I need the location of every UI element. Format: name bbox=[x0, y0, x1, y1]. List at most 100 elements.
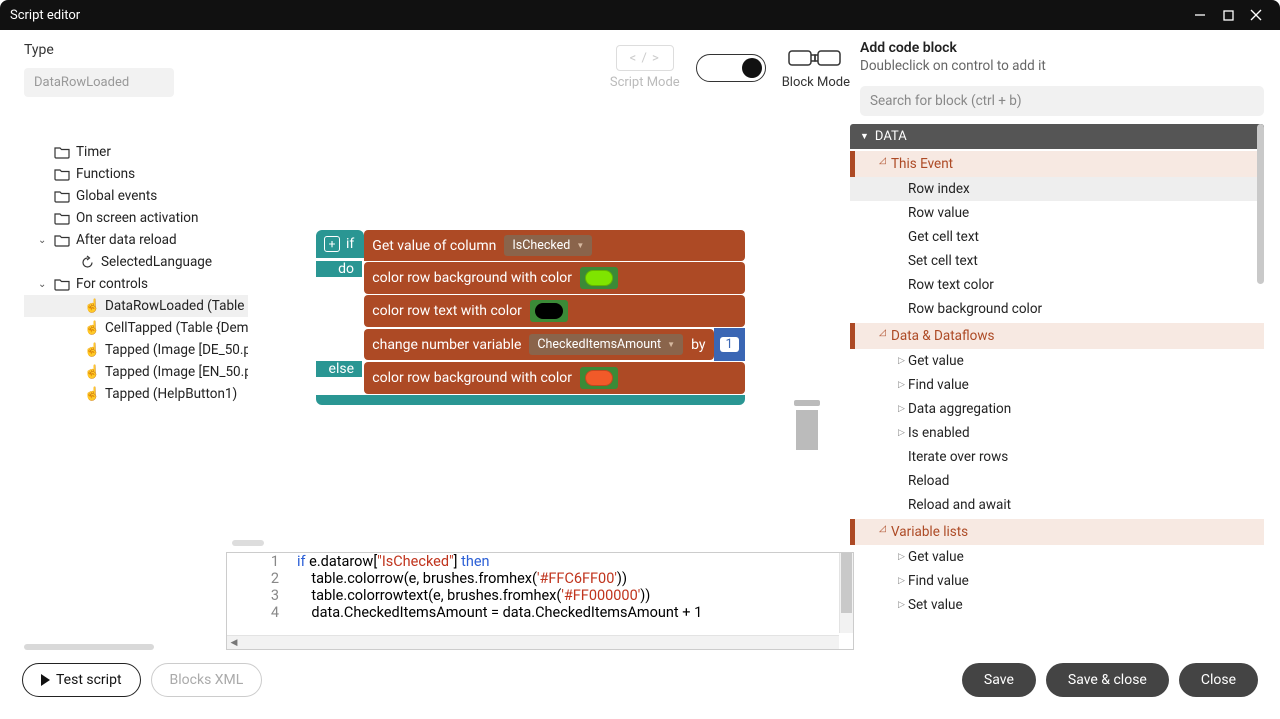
color-swatch-orange[interactable] bbox=[585, 370, 613, 386]
tree-timer[interactable]: Timer bbox=[24, 141, 226, 163]
chevron-right-icon: ▷ bbox=[898, 404, 905, 414]
block-mode-label: Block Mode bbox=[782, 75, 850, 90]
block-icon bbox=[788, 45, 844, 71]
block-row-value[interactable]: Row value bbox=[850, 201, 1264, 225]
tree-item-celltapped[interactable]: ☝CellTapped (Table {Dem bbox=[24, 317, 248, 339]
script-mode-label: Script Mode bbox=[610, 75, 680, 90]
change-variable-block[interactable]: change number variable CheckedItemsAmoun… bbox=[364, 329, 713, 360]
pointer-icon: ☝ bbox=[84, 387, 99, 402]
do-label: do bbox=[316, 261, 362, 277]
code-icon: < / > bbox=[616, 45, 674, 71]
color-swatch-green[interactable] bbox=[585, 270, 613, 286]
variable-dropdown[interactable]: CheckedItemsAmount▼ bbox=[529, 334, 683, 355]
get-value-block[interactable]: Get value of column IsChecked▼ bbox=[364, 230, 745, 261]
blocks-canvas[interactable]: + if Get value of column IsChecked▼ do bbox=[316, 230, 745, 405]
subcat-this-event[interactable]: ◿This Event bbox=[850, 151, 1264, 177]
tree-functions[interactable]: Functions bbox=[24, 163, 226, 185]
block-set-cell-text[interactable]: Set cell text bbox=[850, 249, 1264, 273]
column-dropdown[interactable]: IsChecked▼ bbox=[504, 235, 592, 256]
maximize-icon[interactable] bbox=[1214, 1, 1242, 29]
folder-icon bbox=[54, 189, 70, 203]
block-vl-set-value[interactable]: ▷Set value bbox=[850, 593, 1264, 614]
save-button[interactable]: Save bbox=[962, 663, 1036, 697]
block-row-bg-color[interactable]: Row background color bbox=[850, 297, 1264, 321]
block-get-value[interactable]: ▷Get value bbox=[850, 349, 1264, 373]
else-label: else bbox=[316, 361, 362, 377]
chevron-right-icon: ▷ bbox=[898, 356, 905, 366]
trash-icon[interactable] bbox=[790, 400, 824, 456]
panel-vscroll[interactable] bbox=[1257, 124, 1264, 284]
search-input[interactable]: Search for block (ctrl + b) bbox=[860, 86, 1264, 116]
chevron-down-icon: ▼ bbox=[576, 241, 584, 250]
block-vl-get-value[interactable]: ▷Get value bbox=[850, 545, 1264, 569]
code-editor[interactable]: 1if e.datarow["IsChecked"] then 2 table.… bbox=[226, 552, 854, 650]
tree-item-tapped-help[interactable]: ☝Tapped (HelpButton1) bbox=[24, 383, 248, 405]
block-get-cell-text[interactable]: Get cell text bbox=[850, 225, 1264, 249]
minimize-icon[interactable] bbox=[1186, 1, 1214, 29]
tree-on-screen[interactable]: On screen activation bbox=[24, 207, 226, 229]
block-is-enabled[interactable]: ▷Is enabled bbox=[850, 421, 1264, 445]
chevron-right-icon: ▷ bbox=[898, 380, 905, 390]
block-iterate-rows[interactable]: Iterate over rows bbox=[850, 445, 1264, 469]
tree-item-datarowloaded[interactable]: ☝DataRowLoaded (Table bbox=[24, 295, 248, 317]
tree-for-controls[interactable]: ⌄For controls bbox=[24, 273, 226, 295]
color-row-bg-else-block[interactable]: color row background with color bbox=[364, 362, 745, 394]
chevron-right-icon: ▷ bbox=[898, 552, 905, 562]
chevron-down-icon: ⌄ bbox=[38, 235, 52, 246]
chevron-right-icon: ▷ bbox=[898, 600, 905, 610]
save-close-button[interactable]: Save & close bbox=[1046, 663, 1169, 697]
mode-toggle[interactable] bbox=[696, 54, 766, 82]
close-button[interactable]: Close bbox=[1179, 663, 1258, 697]
event-tree: Timer Functions Global events On screen … bbox=[24, 141, 226, 405]
folder-icon bbox=[54, 211, 70, 225]
block-mode-button[interactable]: Block Mode bbox=[782, 45, 850, 90]
type-label: Type bbox=[24, 42, 226, 58]
block-row-index[interactable]: Row index bbox=[850, 177, 1264, 201]
window-title: Script editor bbox=[10, 8, 80, 23]
number-input-block[interactable]: 1 bbox=[714, 328, 745, 361]
block-reload-await[interactable]: Reload and await bbox=[850, 493, 1264, 517]
chevron-down-icon: ▼ bbox=[667, 340, 675, 349]
tree-item-tapped-en[interactable]: ☝Tapped (Image [EN_50.p bbox=[24, 361, 248, 383]
test-script-button[interactable]: Test script bbox=[22, 663, 141, 697]
subcat-variable-lists[interactable]: ◿Variable lists bbox=[850, 519, 1264, 545]
folder-icon bbox=[54, 167, 70, 181]
tree-global-events[interactable]: Global events bbox=[24, 185, 226, 207]
color-row-text-block[interactable]: color row text with color bbox=[364, 295, 745, 327]
expand-icon[interactable]: + bbox=[324, 236, 340, 252]
block-vl-find-value[interactable]: ▷Find value bbox=[850, 569, 1264, 593]
add-block-sub: Doubleclick on control to add it bbox=[860, 58, 1264, 74]
folder-icon bbox=[54, 233, 70, 247]
right-panel: Add code block Doubleclick on control to… bbox=[850, 30, 1280, 650]
tree-after-reload[interactable]: ⌄After data reload bbox=[24, 229, 226, 251]
folder-icon bbox=[54, 145, 70, 159]
resize-handle[interactable] bbox=[232, 540, 264, 546]
if-block-header[interactable]: + if bbox=[316, 230, 364, 258]
close-icon[interactable] bbox=[1242, 1, 1270, 29]
block-data-aggregation[interactable]: ▷Data aggregation bbox=[850, 397, 1264, 421]
type-field[interactable]: DataRowLoaded bbox=[24, 68, 174, 97]
block-find-value[interactable]: ▷Find value bbox=[850, 373, 1264, 397]
category-data[interactable]: ▼DATA bbox=[850, 124, 1264, 149]
chevron-right-icon: ▷ bbox=[898, 428, 905, 438]
color-row-bg-block[interactable]: color row background with color bbox=[364, 262, 745, 294]
pointer-icon: ☝ bbox=[84, 321, 99, 336]
blocks-xml-button[interactable]: Blocks XML bbox=[151, 663, 263, 697]
code-panel: 1if e.datarow["IsChecked"] then 2 table.… bbox=[226, 540, 854, 650]
subcat-dataflows[interactable]: ◿Data & Dataflows bbox=[850, 323, 1264, 349]
script-mode-button[interactable]: < / > Script Mode bbox=[610, 45, 680, 90]
block-reload[interactable]: Reload bbox=[850, 469, 1264, 493]
pointer-icon: ☝ bbox=[84, 343, 99, 358]
tree-item-tapped-de[interactable]: ☝Tapped (Image [DE_50.p bbox=[24, 339, 248, 361]
code-hscroll[interactable]: ◀ bbox=[227, 635, 839, 649]
chevron-down-icon: ⌄ bbox=[38, 279, 52, 290]
chevron-down-icon: ◿ bbox=[879, 328, 886, 338]
if-block-footer bbox=[316, 395, 745, 405]
tree-selected-language[interactable]: SelectedLanguage bbox=[24, 251, 226, 273]
tree-hscroll[interactable] bbox=[24, 644, 154, 650]
block-row-text-color[interactable]: Row text color bbox=[850, 273, 1264, 297]
chevron-right-icon: ▷ bbox=[898, 576, 905, 586]
chevron-down-icon: ◿ bbox=[879, 156, 886, 166]
pointer-icon: ☝ bbox=[84, 365, 99, 380]
color-swatch-black[interactable] bbox=[535, 303, 563, 319]
